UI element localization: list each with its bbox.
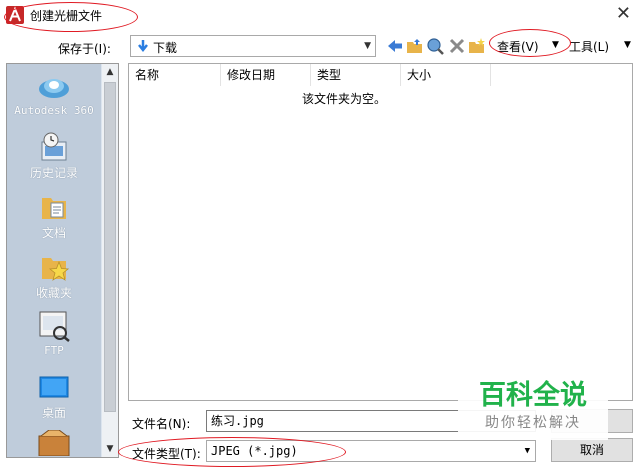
desktop-icon (39, 376, 69, 398)
place-autodesk-360[interactable]: Autodesk 360 (7, 72, 101, 117)
cancel-button[interactable]: 取消 (551, 438, 633, 462)
view-menu-button[interactable]: 查看(V) (497, 38, 539, 55)
file-type-select[interactable]: JPEG (*.jpg) ▼ (206, 440, 536, 462)
empty-folder-message: 该文件夹为空。 (301, 92, 386, 106)
place-favorites[interactable]: 收藏夹 (7, 252, 101, 301)
file-type-label: 文件类型(T): (132, 447, 201, 461)
column-header-date-modified[interactable]: 修改日期 (221, 64, 311, 86)
close-icon[interactable]: ✕ (616, 3, 631, 24)
place-label: 文档 (41, 226, 66, 240)
chevron-down-icon: ▼ (364, 41, 371, 51)
watermark-title: 百科全说 (479, 380, 587, 411)
title-bar: 创建光栅文件 ✕ (0, 0, 643, 30)
place-label: FTP (44, 344, 64, 357)
watermark-subtitle: 助你轻松解决 (485, 415, 581, 431)
places-scrollbar[interactable]: ▲ ▼ (102, 64, 118, 457)
chevron-down-icon[interactable]: ▼ (102, 441, 118, 457)
place-label: 收藏夹 (35, 286, 72, 300)
place-documents[interactable]: 文档 (7, 192, 101, 241)
ftp-icon (39, 311, 70, 342)
place-history[interactable]: 历史记录 (7, 132, 101, 181)
download-arrow-icon (138, 40, 148, 53)
file-name-label: 文件名(N): (132, 417, 191, 431)
chevron-up-icon[interactable]: ▲ (102, 64, 118, 80)
column-header-name[interactable]: 名称 (129, 64, 221, 86)
place-label: 历史记录 (29, 166, 78, 180)
scrollbar-thumb[interactable] (104, 82, 116, 412)
watermark: 百科全说 助你轻松解决 (458, 380, 608, 440)
save-in-label: 保存于(I): (58, 42, 111, 56)
delete-icon[interactable] (448, 37, 466, 55)
place-label: Autodesk 360 (14, 104, 94, 117)
back-icon[interactable] (386, 37, 404, 55)
location-dropdown[interactable]: 下载 ▼ (130, 35, 376, 57)
briefcase-icon[interactable] (37, 430, 71, 456)
chevron-down-icon: ▼ (524, 446, 530, 456)
view-menu-chevron-icon[interactable]: ▼ (552, 40, 559, 50)
tools-menu-chevron-icon[interactable]: ▼ (624, 40, 631, 50)
places-sidebar: Autodesk 360 历史记录 文档 收藏夹 FTP 桌面 ▲ ▼ (6, 63, 119, 458)
history-icon (41, 132, 67, 161)
autodesk-360-icon (39, 79, 69, 98)
tools-menu-button[interactable]: 工具(L) (569, 38, 609, 55)
favorites-folder-icon (42, 258, 69, 281)
column-header-size[interactable]: 大小 (401, 64, 491, 86)
documents-folder-icon (42, 198, 66, 219)
places-list: Autodesk 360 历史记录 文档 收藏夹 FTP 桌面 (7, 64, 101, 457)
place-ftp[interactable]: FTP (7, 310, 101, 357)
place-label: 桌面 (41, 406, 66, 420)
new-folder-icon[interactable] (468, 37, 486, 55)
file-list[interactable]: 名称 修改日期 类型 大小 该文件夹为空。 (128, 63, 633, 401)
location-value: 下载 (153, 41, 178, 55)
search-web-icon[interactable] (426, 37, 444, 55)
up-folder-icon[interactable] (406, 37, 424, 55)
window-title: 创建光栅文件 (30, 9, 103, 23)
column-header-type[interactable]: 类型 (311, 64, 401, 86)
autocad-icon (6, 6, 24, 24)
file-type-value: JPEG (*.jpg) (211, 444, 298, 458)
place-desktop[interactable]: 桌面 (7, 374, 101, 421)
